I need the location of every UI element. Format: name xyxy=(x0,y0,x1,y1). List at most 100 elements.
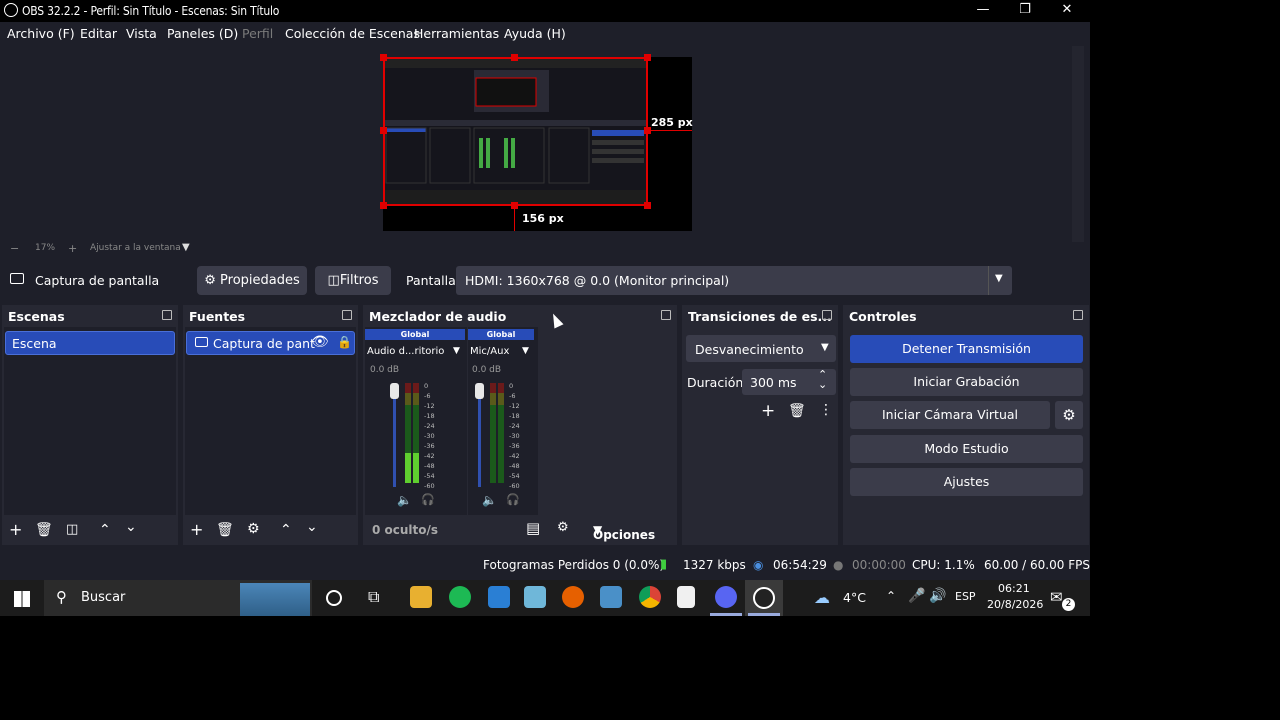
clock-date[interactable]: 20/8/2026 xyxy=(987,598,1043,611)
gear-icon[interactable]: ⚙ xyxy=(247,521,260,537)
trash-icon[interactable]: 🗑 xyxy=(788,403,806,419)
resize-handle[interactable] xyxy=(644,54,651,61)
meter-scale-label: -42 xyxy=(424,452,435,460)
firefox-icon[interactable] xyxy=(562,586,584,608)
clock-time[interactable]: 06:21 xyxy=(998,582,1030,595)
obs-taskbar-button[interactable] xyxy=(745,580,783,616)
meter-scale-label: -54 xyxy=(424,472,435,480)
arrow-down-icon[interactable]: ⌄ xyxy=(125,519,137,535)
undock-icon[interactable] xyxy=(822,310,832,320)
studio-mode-button[interactable]: Modo Estudio xyxy=(850,435,1083,463)
restore-button[interactable]: ❐ xyxy=(1004,0,1046,22)
resize-handle[interactable] xyxy=(380,202,387,209)
mixer-options-button[interactable]: Opciones ▼ xyxy=(593,523,655,542)
width-distance-label: 285 px xyxy=(651,116,693,129)
resize-handle[interactable] xyxy=(380,127,387,134)
trash-icon[interactable]: 🗑 xyxy=(216,522,234,538)
filters-button[interactable]: ◫Filtros xyxy=(315,266,391,295)
windows-start-icon[interactable] xyxy=(14,591,30,607)
chrome-icon[interactable] xyxy=(639,586,661,608)
chevron-up-icon[interactable]: ⌃ xyxy=(886,589,896,603)
more-vertical-icon[interactable]: ⋮ xyxy=(819,402,833,418)
menu-scene-collection[interactable]: Colección de Escenas xyxy=(285,26,420,41)
scenes-list: Escena xyxy=(4,327,176,515)
menu-edit[interactable]: Editar xyxy=(80,26,117,41)
filter-icon[interactable]: ◫ xyxy=(66,522,78,537)
menu-profile[interactable]: Perfil xyxy=(242,26,273,41)
weather-icon[interactable]: ☁ xyxy=(814,588,830,607)
meter-scale-label: 0 xyxy=(424,382,429,390)
volume-slider-handle[interactable] xyxy=(390,383,399,399)
app-icon[interactable] xyxy=(488,586,510,608)
arrow-up-icon[interactable]: ⌃ xyxy=(99,522,111,538)
layout-icon[interactable]: ▤ xyxy=(526,519,540,537)
source-item[interactable]: Captura de pant 👁 🔒 xyxy=(186,331,355,355)
link-gear-icon[interactable]: ⚙ xyxy=(557,520,569,535)
headphones-icon[interactable]: 🎧 xyxy=(506,493,520,506)
add-icon[interactable]: + xyxy=(761,401,775,421)
resize-handle[interactable] xyxy=(380,54,387,61)
discord-icon[interactable] xyxy=(715,586,737,608)
volume-slider-handle[interactable] xyxy=(475,383,484,399)
spotify-icon[interactable] xyxy=(449,586,471,608)
add-icon[interactable]: + xyxy=(9,520,22,539)
mixer-options-label: Opciones xyxy=(593,528,656,542)
notifications-icon[interactable]: ✉ xyxy=(1050,588,1063,606)
preview-scrollbar[interactable] xyxy=(1072,46,1084,242)
zoom-out-icon[interactable]: − xyxy=(10,242,19,255)
menu-view[interactable]: Vista xyxy=(126,26,157,41)
trash-icon[interactable]: 🗑 xyxy=(35,522,53,538)
resize-handle[interactable] xyxy=(644,202,651,209)
transition-select[interactable]: Desvanecimiento ▼ xyxy=(686,335,836,362)
stop-streaming-button[interactable]: Detener Transmisión xyxy=(850,335,1083,363)
headphones-icon[interactable]: 🎧 xyxy=(421,493,435,506)
chevron-down-icon[interactable]: ▼ xyxy=(182,242,190,253)
menu-tools[interactable]: Herramientas xyxy=(414,26,499,41)
chevron-down-icon[interactable]: ▼ xyxy=(821,342,829,353)
arrow-up-icon[interactable]: ⌃ xyxy=(280,522,292,538)
scene-item[interactable]: Escena xyxy=(5,331,175,355)
file-explorer-icon[interactable] xyxy=(410,586,432,608)
start-recording-button[interactable]: Iniciar Grabación xyxy=(850,368,1083,396)
volume-icon[interactable]: 🔊 xyxy=(929,588,946,604)
add-icon[interactable]: + xyxy=(190,520,203,539)
source-bounding-box[interactable] xyxy=(383,57,648,206)
task-view-icon[interactable]: ⧉ xyxy=(368,587,379,607)
menu-docks[interactable]: Paneles (D) xyxy=(167,26,238,41)
chevron-down-icon[interactable]: ▼ xyxy=(995,273,1003,284)
language-indicator[interactable]: ESP xyxy=(955,590,976,603)
bitrate: 1327 kbps xyxy=(683,558,746,572)
eye-icon[interactable]: 👁 xyxy=(311,334,329,350)
microphone-icon[interactable]: 🎤 xyxy=(908,588,925,604)
arrow-down-icon[interactable]: ⌄ xyxy=(306,519,318,535)
taskbar-search[interactable]: ⚲ Buscar xyxy=(44,580,312,616)
start-virtual-camera-button[interactable]: Iniciar Cámara Virtual xyxy=(850,401,1050,429)
duration-spinbox[interactable]: 300 ms ⌃ ⌄ xyxy=(742,368,836,395)
resize-handle[interactable] xyxy=(511,54,518,61)
mixer-channel: Global Mic/Aux ▼ 0.0 dB 0 -6 -12 -18 -24 -30 -… xyxy=(468,327,538,515)
zoom-in-icon[interactable]: + xyxy=(68,242,77,255)
undock-icon[interactable] xyxy=(661,310,671,320)
chevron-down-icon[interactable]: ▼ xyxy=(453,346,460,356)
notepad-icon[interactable] xyxy=(677,586,695,608)
undock-icon[interactable] xyxy=(1073,310,1083,320)
zoom-fit-button[interactable]: Ajustar a la ventana xyxy=(90,243,181,253)
virtual-camera-settings-button[interactable]: ⚙ xyxy=(1055,401,1083,429)
spin-down-icon[interactable]: ⌄ xyxy=(818,378,827,391)
undock-icon[interactable] xyxy=(162,310,172,320)
screen-select[interactable]: HDMI: 1360x768 @ 0.0 (Monitor principal)… xyxy=(456,266,1012,295)
minimize-button[interactable]: — xyxy=(962,0,1004,22)
app-icon[interactable] xyxy=(600,586,622,608)
properties-button[interactable]: ⚙ Propiedades xyxy=(197,266,307,295)
speaker-icon[interactable]: 🔈 xyxy=(482,493,497,507)
lock-icon[interactable]: 🔒 xyxy=(337,335,352,349)
close-button[interactable]: ✕ xyxy=(1046,0,1088,22)
cortana-icon[interactable] xyxy=(326,590,342,606)
speaker-icon[interactable]: 🔈 xyxy=(397,493,412,507)
undock-icon[interactable] xyxy=(342,310,352,320)
menu-help[interactable]: Ayuda (H) xyxy=(504,26,566,41)
settings-button[interactable]: Ajustes xyxy=(850,468,1083,496)
menu-file[interactable]: Archivo (F) xyxy=(7,26,75,41)
app-icon[interactable] xyxy=(524,586,546,608)
chevron-down-icon[interactable]: ▼ xyxy=(522,346,529,356)
